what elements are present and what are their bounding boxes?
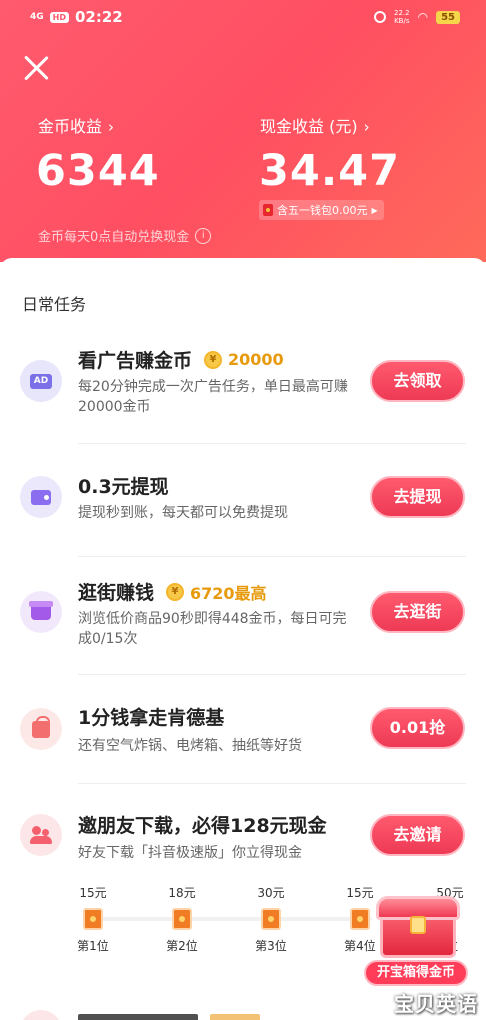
browse-button[interactable]: 去逛街 [370, 591, 465, 633]
ladder-rank: 第1位 [77, 939, 109, 953]
ladder-rank: 第3位 [255, 939, 287, 953]
ladder-rank: 第2位 [166, 939, 198, 953]
hd-icon: HD [49, 11, 69, 23]
battery-indicator: 55 [436, 10, 460, 24]
reward-badge: ¥ 6720最高 [166, 580, 267, 604]
red-packet-icon [83, 908, 103, 930]
task-desc: 还有空气炸锅、电烤箱、抽纸等好货 [78, 738, 302, 754]
watermark: 宝贝英语 [394, 992, 478, 1016]
coin-earnings-value: 6344 [36, 146, 160, 196]
task-desc: 好友下载「抖音极速版」你立得现金 [78, 845, 302, 861]
ad-icon: AD [20, 360, 62, 402]
caret-right-icon: ▶ [371, 205, 378, 215]
shop-icon [20, 591, 62, 633]
task-title: 1分钱拿走肯德基 [78, 707, 225, 729]
exchange-note: 金币每天0点自动兑换现金 i [38, 226, 212, 245]
claim-button[interactable]: 去领取 [370, 360, 465, 402]
task-desc: 浏览低价商品90秒即得448金币，每日可完成0/15次 [78, 611, 347, 647]
red-packet-icon [261, 908, 281, 930]
task-title: 邀朋友下载，必得128元现金 [78, 815, 327, 837]
chevron-right-icon: › [363, 118, 370, 136]
grab-button[interactable]: 0.01抢 [370, 707, 465, 749]
coin-icon: ¥ [204, 350, 223, 369]
task-desc: 每20分钟完成一次广告任务，单日最高可赚20000金币 [78, 379, 348, 415]
coin-icon: ¥ [166, 582, 185, 601]
invite-button[interactable]: 去邀请 [370, 814, 465, 856]
section-title: 日常任务 [22, 295, 87, 314]
shopping-bag-icon [20, 708, 62, 750]
alarm-icon [374, 11, 386, 23]
red-packet-icon [350, 908, 370, 930]
network-speed: 22.2 KB/s [394, 9, 410, 25]
wallet-icon [20, 476, 62, 518]
divider [78, 674, 466, 675]
info-icon[interactable]: i [195, 227, 212, 244]
red-packet-icon [172, 908, 192, 930]
task-title: 看广告赚金币 [78, 350, 193, 372]
reward-badge: ¥ 20000 [204, 350, 284, 369]
status-bar: 4G HD 02:22 22.2 KB/s ◠ 55 [0, 0, 486, 36]
wallet-chip[interactable]: 含五一钱包0.00元 ▶ [259, 200, 384, 220]
divider [78, 556, 466, 557]
red-packet-icon [263, 204, 273, 216]
coin-earnings-link[interactable]: 金币收益 › [38, 113, 114, 137]
chevron-right-icon: › [108, 118, 115, 136]
ladder-amount: 30元 [257, 886, 285, 900]
wifi-icon: ◠ [417, 10, 429, 24]
invite-progress-track [92, 917, 372, 921]
network-indicator: 4G [30, 11, 44, 22]
open-chest-button[interactable]: 开宝箱得金币 [364, 960, 468, 986]
earnings-header: 4G HD 02:22 22.2 KB/s ◠ 55 金币收益 › 6344 现金… [0, 0, 486, 262]
divider [78, 443, 466, 444]
task-icon [20, 1010, 62, 1020]
cash-earnings-value: 34.47 [259, 146, 401, 196]
withdraw-button[interactable]: 去提现 [370, 476, 465, 518]
ladder-amount: 15元 [79, 886, 107, 900]
clock: 02:22 [75, 8, 123, 26]
treasure-chest-icon[interactable] [370, 896, 466, 964]
task-title: 逛街赚钱 [78, 582, 155, 604]
cash-earnings-link[interactable]: 现金收益 (元) › [260, 113, 370, 137]
close-button[interactable] [22, 54, 50, 82]
divider [78, 783, 466, 784]
ladder-amount: 18元 [168, 886, 196, 900]
task-desc: 提现秒到账，每天都可以免费提现 [78, 505, 288, 521]
task-title: 0.3元提现 [78, 476, 169, 498]
friends-icon [20, 814, 62, 856]
